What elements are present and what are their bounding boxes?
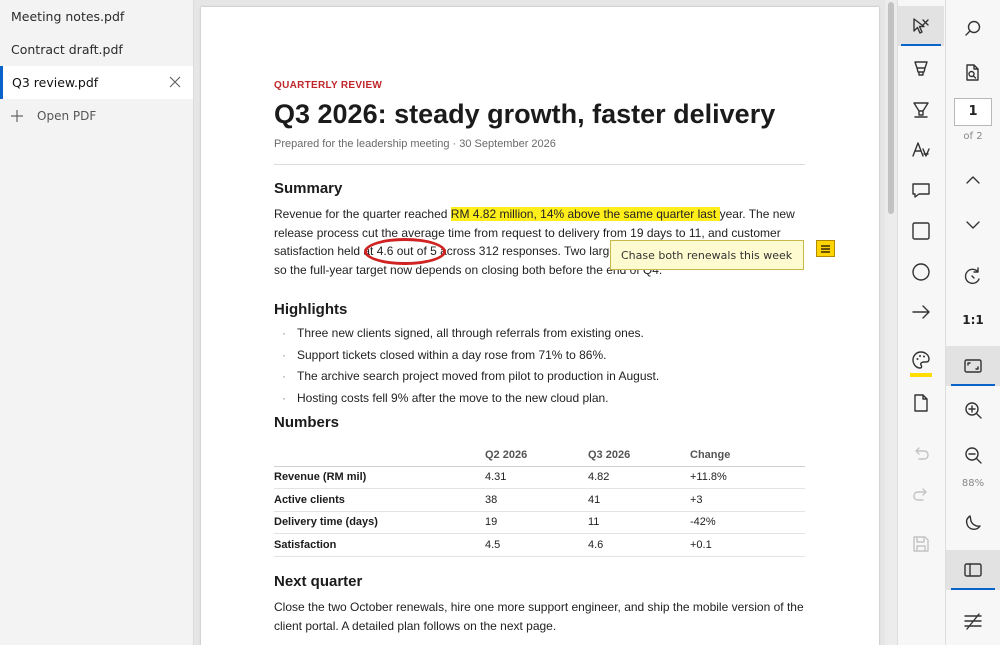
arrow-icon (912, 305, 930, 319)
text-tool-button[interactable] (898, 130, 944, 170)
sticky-note-icon[interactable] (816, 240, 835, 257)
rectangle-icon (912, 222, 930, 240)
redo-button[interactable] (898, 474, 944, 514)
zoom-level: 88% (961, 478, 985, 489)
save-icon (913, 536, 929, 552)
save-button[interactable] (898, 524, 944, 564)
rotate-icon (964, 267, 980, 285)
file-tab-contract-draft[interactable]: Contract draft.pdf (0, 33, 193, 66)
current-color-swatch (910, 373, 932, 377)
text-annotation-icon (912, 142, 930, 157)
color-palette-icon (912, 351, 930, 369)
select-tool-button[interactable] (898, 6, 944, 46)
close-icon[interactable] (167, 74, 183, 90)
zoom-out-icon (965, 447, 982, 464)
scrollbar-thumb[interactable] (888, 2, 894, 214)
highlight-tool-button[interactable] (898, 48, 944, 88)
open-pdf-label: Open PDF (37, 108, 97, 123)
highlights-list: · Three new clients signed, all through r… (274, 326, 805, 412)
redo-icon (913, 488, 927, 501)
search-button[interactable] (946, 9, 1000, 49)
rectangle-tool-button[interactable] (898, 211, 944, 251)
file-tab-meeting-notes[interactable]: Meeting notes.pdf (0, 0, 193, 33)
highlights-heading: Highlights (274, 301, 348, 318)
undo-button[interactable] (898, 433, 944, 473)
zoom-out-button[interactable] (946, 435, 1000, 475)
pdf-annotator-app: Meeting notes.pdf Contract draft.pdf Q3 … (0, 0, 1000, 645)
file-tab-q3-review[interactable]: Q3 review.pdf (0, 66, 193, 99)
page-icon (914, 394, 928, 412)
file-tab-label: Meeting notes.pdf (11, 9, 125, 24)
page-number-input[interactable]: 1 (954, 98, 992, 126)
search-icon (965, 20, 981, 36)
comment-icon (912, 183, 930, 198)
table-row: Revenue (RM mil) 4.31 4.82 +11.8% (274, 466, 805, 489)
select-tool-icon (913, 18, 929, 34)
table-row: Active clients 38 41 +3 (274, 488, 805, 512)
chevron-up-icon (966, 176, 980, 184)
sidebar-icon (964, 563, 982, 577)
zoom-in-icon (965, 402, 982, 419)
sidebar-toggle-button[interactable] (946, 550, 1000, 590)
next-quarter-heading: Next quarter (274, 573, 363, 590)
menu-button[interactable] (946, 601, 1000, 641)
file-search-icon (966, 64, 979, 81)
fit-page-button[interactable] (946, 346, 1000, 386)
actual-size-button[interactable]: 1:1 (946, 313, 1000, 327)
comment-tool-button[interactable] (898, 170, 944, 210)
summary-heading: Summary (274, 180, 343, 197)
page-total: of 2 (963, 131, 983, 142)
list-item: · The archive search project moved from p… (282, 369, 660, 383)
plus-icon (11, 109, 23, 122)
highlighter-icon (914, 61, 928, 76)
table-row: Delivery time (days) 19 11 -42% (274, 511, 805, 534)
list-item: · Support tickets closed within a day ros… (282, 347, 607, 362)
pdf-page[interactable]: QUARTERLY REVIEW Q3 2026: steady growth,… (201, 7, 879, 645)
arrow-tool-button[interactable] (898, 292, 944, 332)
vertical-scrollbar[interactable] (885, 0, 897, 645)
previous-page-button[interactable] (946, 160, 1000, 200)
zoom-in-button[interactable] (946, 390, 1000, 430)
document-kicker: QUARTERLY REVIEW (274, 80, 383, 91)
numbers-table: Q2 2026 Q3 2026 Change Revenue (RM mil) 4… (274, 444, 805, 557)
chevron-down-icon (966, 221, 980, 229)
ink-circle[interactable] (363, 238, 446, 266)
document-search-button[interactable] (946, 53, 1000, 93)
summary-text: Revenue for the quarter reached (274, 207, 451, 221)
undo-icon (915, 447, 929, 460)
fit-page-icon (964, 359, 982, 373)
highlight-annotation[interactable]: RM 4.82 million, 14% above the same quar… (450, 207, 720, 221)
navigation-toolbar: 1 of 2 1:1 88% (945, 0, 1000, 645)
file-tab-label: Contract draft.pdf (11, 42, 123, 57)
circle-annotation[interactable]: 4.6 out of 5 (363, 238, 446, 266)
menu-lines-icon (964, 613, 982, 630)
divider (274, 164, 805, 165)
list-item: · Hosting costs fell 9% after the move to… (282, 390, 609, 405)
annotation-toolbar (897, 0, 945, 645)
rotate-button[interactable] (946, 256, 1000, 296)
moon-icon (965, 515, 981, 530)
note-tooltip: Chase both renewals this week (610, 240, 804, 270)
next-page-button[interactable] (946, 205, 1000, 245)
underline-tool-button[interactable] (898, 89, 944, 129)
underline-marker-icon (913, 102, 929, 118)
list-item: · Three new clients signed, all through r… (282, 326, 644, 340)
file-tab-label: Q3 review.pdf (12, 75, 99, 90)
table-row: Satisfaction 4.5 4.6 +0.1 (274, 533, 805, 557)
dark-mode-button[interactable] (946, 503, 1000, 543)
document-title: Q3 2026: steady growth, faster delivery (274, 99, 776, 129)
document-viewport[interactable]: QUARTERLY REVIEW Q3 2026: steady growth,… (194, 0, 885, 645)
file-list-panel: Meeting notes.pdf Contract draft.pdf Q3 … (0, 0, 194, 645)
circle-icon (912, 263, 930, 281)
open-pdf-button[interactable]: Open PDF (0, 99, 193, 132)
page-tool-button[interactable] (898, 383, 944, 423)
document-subtitle: Prepared for the leadership meeting · 30… (274, 138, 556, 150)
numbers-heading: Numbers (274, 414, 340, 431)
next-quarter-paragraph: Close the two October renewals, hire one… (274, 600, 804, 633)
circle-tool-button[interactable] (898, 252, 944, 292)
table-header-row: Q2 2026 Q3 2026 Change (274, 444, 805, 467)
